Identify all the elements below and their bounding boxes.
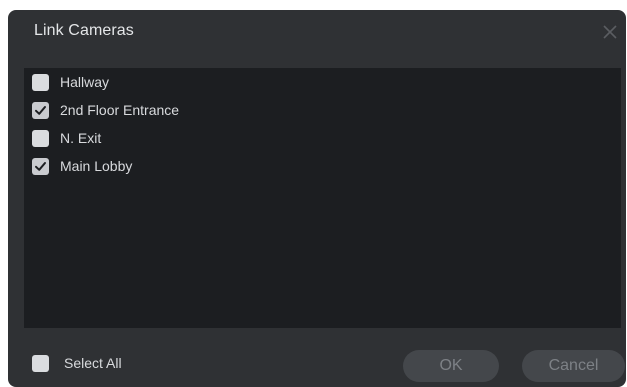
checkbox-unchecked-icon[interactable] — [32, 129, 49, 147]
camera-item-n-exit[interactable]: N. Exit — [32, 127, 101, 149]
checkbox-checked-icon[interactable] — [32, 157, 49, 175]
dialog-title: Link Cameras — [34, 22, 134, 39]
camera-label: N. Exit — [60, 130, 102, 146]
dialog-titlebar: Link Cameras — [8, 10, 626, 52]
checkbox-checked-icon[interactable] — [32, 101, 49, 119]
ok-button[interactable]: OK — [403, 350, 499, 382]
camera-list: Hallway 2nd Floor Entrance N. Exit Main … — [24, 68, 621, 328]
camera-item-2nd-floor-entrance[interactable]: 2nd Floor Entrance — [32, 99, 179, 121]
camera-label: Main Lobby — [60, 158, 133, 174]
close-icon[interactable] — [600, 22, 620, 42]
select-all-checkbox[interactable]: Select All — [32, 352, 122, 374]
camera-item-main-lobby[interactable]: Main Lobby — [32, 155, 132, 177]
checkbox-unchecked-icon[interactable] — [32, 73, 49, 91]
camera-label: 2nd Floor Entrance — [60, 102, 180, 118]
cancel-button[interactable]: Cancel — [522, 350, 625, 382]
camera-item-hallway[interactable]: Hallway — [32, 71, 109, 93]
select-all-label: Select All — [64, 355, 122, 371]
checkbox-unchecked-icon[interactable] — [32, 354, 49, 372]
camera-label: Hallway — [60, 74, 110, 90]
link-cameras-dialog: Link Cameras Hallway 2nd Floor Entrance … — [8, 10, 626, 387]
